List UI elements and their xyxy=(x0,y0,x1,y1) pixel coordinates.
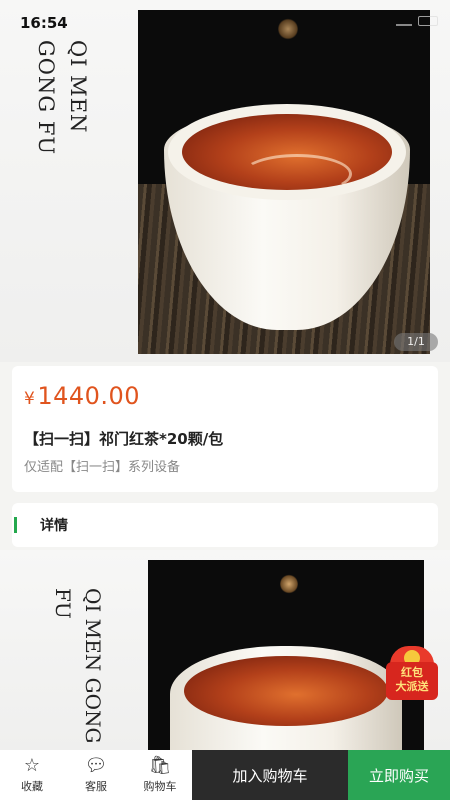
tea-cup-photo xyxy=(138,10,430,354)
product-image-carousel[interactable]: QI MEN GONG FU 1/1 xyxy=(0,0,450,362)
detail-tea-cup xyxy=(170,646,402,750)
signal-icon xyxy=(396,16,412,26)
detail-vertical-text: QI MEN GONG FU xyxy=(51,588,105,744)
cart-icon: 🛍︎ xyxy=(148,755,172,776)
red-packet-line2: 大派送 xyxy=(395,680,429,693)
red-packet-label: 红包 大派送 xyxy=(386,662,438,700)
tea-drop-icon xyxy=(278,18,298,40)
price-value: 1440.00 xyxy=(37,382,141,410)
add-to-cart-button[interactable]: 加入购物车 xyxy=(192,750,348,800)
star-icon: ☆ xyxy=(23,755,41,776)
red-packet-line1: 红包 xyxy=(401,666,423,679)
details-label: 详情 xyxy=(40,518,68,534)
product-detail-page: 16:54 QI MEN GONG FU 1/1 ¥1440.00 【扫一扫】祁… xyxy=(0,0,450,800)
detail-image: QI MEN GONG FU xyxy=(0,550,450,750)
product-info-card: ¥1440.00 【扫一扫】祁门红茶*20颗/包 仅适配【扫一扫】系列设备 xyxy=(12,366,438,492)
favorite-label: 收藏 xyxy=(21,780,43,793)
product-title: 【扫一扫】祁门红茶*20颗/包 xyxy=(24,430,224,448)
status-time: 16:54 xyxy=(20,14,68,32)
chat-icon: 💬︎ xyxy=(84,755,108,776)
price-currency: ¥ xyxy=(24,389,36,409)
battery-icon xyxy=(418,16,438,26)
red-packet-button[interactable]: 红包 大派送 xyxy=(386,646,438,700)
details-accent-bar xyxy=(14,517,17,533)
carousel-page-indicator: 1/1 xyxy=(394,333,438,351)
cart-label: 购物车 xyxy=(143,780,177,793)
detail-tea-drop-icon xyxy=(280,574,298,594)
favorite-tab[interactable]: ☆ 收藏 xyxy=(0,750,64,800)
product-price: ¥1440.00 xyxy=(24,382,140,410)
detail-tea-surface xyxy=(184,656,388,726)
hero-vertical-text: QI MEN GONG FU xyxy=(34,40,90,156)
customer-service-label: 客服 xyxy=(85,780,107,793)
customer-service-tab[interactable]: 💬︎ 客服 xyxy=(64,750,128,800)
detail-tea-photo xyxy=(148,560,424,750)
tea-surface xyxy=(182,114,392,194)
details-section-header: 详情 xyxy=(12,503,438,547)
tea-cup xyxy=(164,90,410,340)
tea-shine xyxy=(242,154,352,194)
cart-tab[interactable]: 🛍︎ 购物车 xyxy=(128,750,192,800)
buy-now-button[interactable]: 立即购买 xyxy=(348,750,450,800)
product-subtitle: 仅适配【扫一扫】系列设备 xyxy=(24,460,181,475)
status-icons xyxy=(396,16,438,26)
bottom-action-bar: ☆ 收藏 💬︎ 客服 🛍︎ 购物车 加入购物车 立即购买 xyxy=(0,750,450,800)
